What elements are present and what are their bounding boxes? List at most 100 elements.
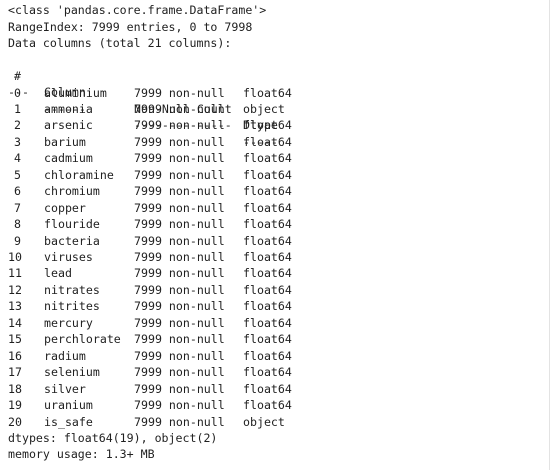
row-column-name: ammonia bbox=[44, 101, 93, 116]
row-non-null-count: 7999 non-null bbox=[134, 250, 225, 264]
row-index: 7 bbox=[14, 200, 21, 215]
row-column-name: viruses bbox=[44, 250, 93, 264]
row-dtype: float64 bbox=[243, 184, 292, 199]
table-row: 10 viruses 7999 non-null float64 bbox=[0, 249, 550, 265]
row-column-name: cadmium bbox=[44, 151, 93, 166]
table-row: 9 bacteria 7999 non-null float64 bbox=[0, 233, 550, 249]
dtypes-summary: dtypes: float64(19), object(2) bbox=[8, 430, 218, 445]
row-non-null-count: 7999 non-null bbox=[134, 233, 225, 248]
row-index: 13 bbox=[8, 299, 22, 314]
table-row: 7 copper 7999 non-null float64 bbox=[0, 200, 550, 216]
row-dtype: float64 bbox=[243, 315, 292, 330]
table-row: 3 barium 7999 non-null float64 bbox=[0, 134, 550, 150]
row-column-name: arsenic bbox=[44, 118, 93, 133]
row-non-null-count: 7999 non-null bbox=[134, 381, 225, 396]
row-dtype: float64 bbox=[243, 266, 292, 281]
row-index: 8 bbox=[14, 217, 21, 232]
row-dtype: float64 bbox=[243, 134, 292, 149]
row-dtype: float64 bbox=[243, 282, 292, 297]
table-header-row: # Column Non-Null Count Dtype bbox=[0, 52, 550, 132]
row-index: 6 bbox=[14, 184, 21, 199]
row-index: 11 bbox=[8, 266, 22, 281]
row-dtype: float64 bbox=[243, 167, 292, 182]
row-column-name: mercury bbox=[44, 315, 93, 330]
table-row: 4 cadmium 7999 non-null float64 bbox=[0, 150, 550, 166]
row-dtype: float64 bbox=[243, 118, 292, 133]
row-column-name: perchlorate bbox=[44, 332, 121, 347]
row-non-null-count: 7999 non-null bbox=[134, 118, 225, 133]
row-index: 16 bbox=[8, 348, 22, 363]
row-column-name: copper bbox=[44, 200, 86, 215]
row-column-name: chloramine bbox=[44, 167, 114, 182]
row-dtype: float64 bbox=[243, 250, 292, 264]
row-non-null-count: 7999 non-null bbox=[134, 151, 225, 166]
table-row: 15 perchlorate 7999 non-null float64 bbox=[0, 331, 550, 347]
table-row: 13 nitrites 7999 non-null float64 bbox=[0, 298, 550, 314]
row-dtype: object bbox=[243, 101, 285, 116]
table-row: 5 chloramine 7999 non-null float64 bbox=[0, 167, 550, 183]
row-dtype: object bbox=[243, 414, 285, 429]
row-column-name: nitrates bbox=[44, 282, 100, 297]
row-non-null-count: 7999 non-null bbox=[134, 101, 225, 116]
row-non-null-count: 7999 non-null bbox=[134, 398, 225, 413]
row-column-name: chromium bbox=[44, 184, 100, 199]
table-row: 17 selenium 7999 non-null float64 bbox=[0, 364, 550, 380]
row-non-null-count: 7999 non-null bbox=[134, 134, 225, 149]
row-column-name: flouride bbox=[44, 217, 100, 232]
row-index: 15 bbox=[8, 332, 22, 347]
row-dtype: float64 bbox=[243, 332, 292, 347]
row-column-name: is_safe bbox=[44, 414, 93, 429]
row-index: 20 bbox=[8, 414, 22, 429]
row-non-null-count: 7999 non-null bbox=[134, 200, 225, 215]
row-index: 4 bbox=[14, 151, 21, 166]
row-non-null-count: 7999 non-null bbox=[134, 217, 225, 232]
table-separator-row: --- ------ -------------- ----- bbox=[0, 68, 550, 148]
row-index: 9 bbox=[14, 233, 21, 248]
row-index: 17 bbox=[8, 365, 22, 380]
row-non-null-count: 7999 non-null bbox=[134, 365, 225, 380]
row-index: 5 bbox=[14, 167, 21, 182]
row-index: 0 bbox=[14, 85, 21, 100]
row-dtype: float64 bbox=[243, 151, 292, 166]
table-row: 0 aluminium 7999 non-null float64 bbox=[0, 85, 550, 101]
row-column-name: radium bbox=[44, 348, 86, 363]
row-dtype: float64 bbox=[243, 217, 292, 232]
table-row: 2 arsenic 7999 non-null float64 bbox=[0, 117, 550, 133]
row-non-null-count: 7999 non-null bbox=[134, 167, 225, 182]
table-row: 14 mercury 7999 non-null float64 bbox=[0, 315, 550, 331]
row-dtype: float64 bbox=[243, 348, 292, 363]
table-row: 11 lead 7999 non-null float64 bbox=[0, 265, 550, 281]
row-index: 19 bbox=[8, 398, 22, 413]
class-line: <class 'pandas.core.frame.DataFrame'> bbox=[8, 3, 267, 17]
row-non-null-count: 7999 non-null bbox=[134, 282, 225, 297]
row-non-null-count: 7999 non-null bbox=[134, 85, 225, 100]
row-column-name: uranium bbox=[44, 398, 93, 413]
row-column-name: lead bbox=[44, 266, 72, 281]
table-row: 19 uranium 7999 non-null float64 bbox=[0, 397, 550, 413]
row-column-name: barium bbox=[44, 134, 86, 149]
data-columns-line: Data columns (total 21 columns): bbox=[8, 36, 232, 50]
row-index: 1 bbox=[14, 101, 21, 116]
row-non-null-count: 7999 non-null bbox=[134, 266, 225, 281]
row-column-name: aluminium bbox=[44, 85, 107, 100]
row-column-name: selenium bbox=[44, 365, 100, 380]
row-dtype: float64 bbox=[243, 381, 292, 396]
row-non-null-count: 7999 non-null bbox=[134, 332, 225, 347]
row-index: 12 bbox=[8, 282, 22, 297]
row-index: 10 bbox=[8, 250, 22, 264]
row-index: 14 bbox=[8, 315, 22, 330]
table-row: 20 is_safe 7999 non-null object bbox=[0, 414, 550, 430]
row-column-name: silver bbox=[44, 381, 86, 396]
row-non-null-count: 7999 non-null bbox=[134, 348, 225, 363]
table-row: 1 ammonia 7999 non-null object bbox=[0, 101, 550, 117]
table-row: 8 flouride 7999 non-null float64 bbox=[0, 216, 550, 232]
range-index-line: RangeIndex: 7999 entries, 0 to 7998 bbox=[8, 19, 253, 34]
table-row: 12 nitrates 7999 non-null float64 bbox=[0, 282, 550, 298]
row-dtype: float64 bbox=[243, 398, 292, 413]
row-dtype: float64 bbox=[243, 200, 292, 215]
row-index: 2 bbox=[14, 118, 21, 133]
table-row: 6 chromium 7999 non-null float64 bbox=[0, 183, 550, 199]
row-column-name: nitrites bbox=[44, 299, 100, 314]
table-row: 16 radium 7999 non-null float64 bbox=[0, 348, 550, 364]
row-column-name: bacteria bbox=[44, 233, 100, 248]
